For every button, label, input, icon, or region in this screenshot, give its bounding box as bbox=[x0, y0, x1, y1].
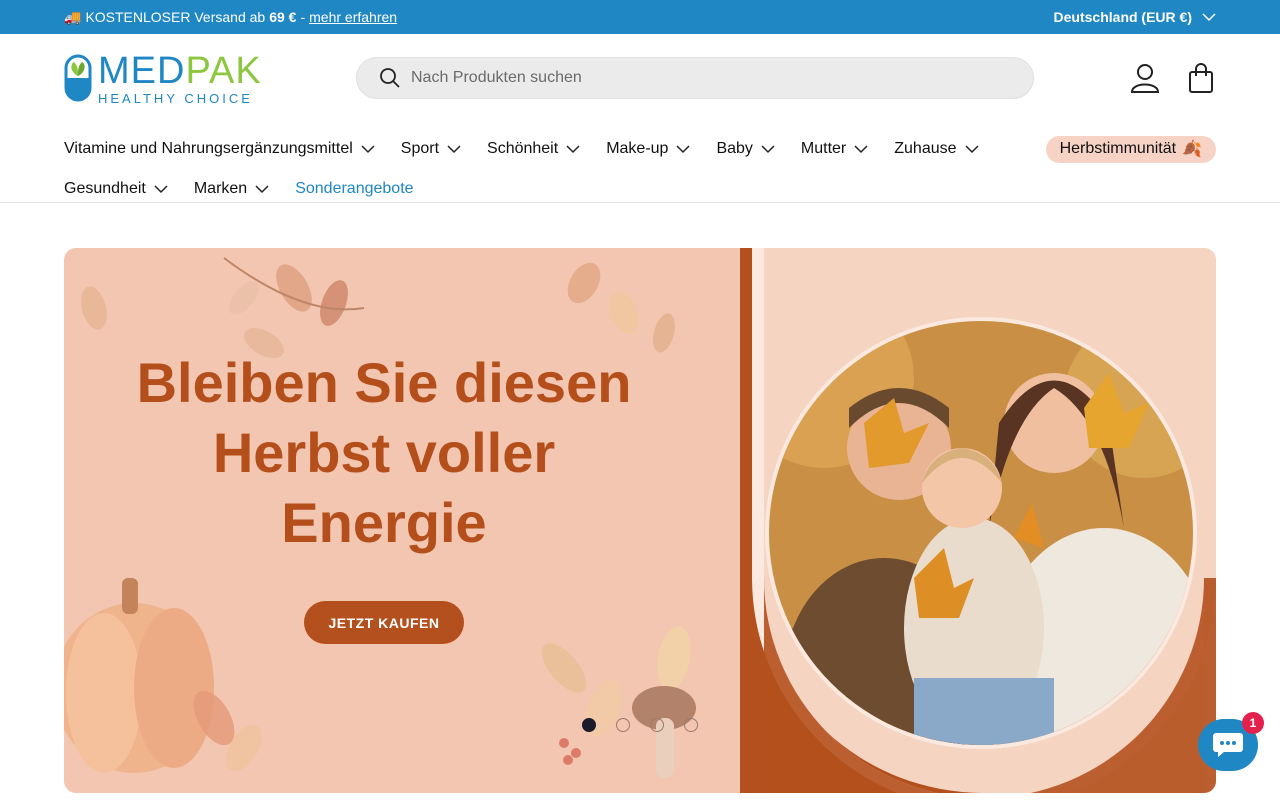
chat-notification-badge: 1 bbox=[1242, 712, 1264, 734]
nav-item-vitamins[interactable]: Vitamine und Nahrungsergänzungsmittel bbox=[64, 140, 375, 158]
shop-now-button[interactable]: JETZT KAUFEN bbox=[304, 601, 464, 644]
nav-item-home[interactable]: Zuhause bbox=[894, 140, 979, 158]
chevron-down-icon bbox=[676, 145, 690, 154]
chevron-down-icon bbox=[854, 145, 868, 154]
slide-dot-2[interactable] bbox=[616, 718, 630, 732]
separator: - bbox=[300, 9, 306, 25]
shipping-text: KOSTENLOSER Versand ab bbox=[85, 9, 266, 25]
shopping-bag-icon[interactable] bbox=[1186, 62, 1216, 94]
chevron-down-icon bbox=[255, 185, 269, 194]
nav-item-baby[interactable]: Baby bbox=[716, 140, 775, 158]
hero-heading: Bleiben Sie diesen Herbst voller Energie bbox=[136, 351, 632, 554]
search-bar[interactable] bbox=[356, 57, 1034, 99]
region-selector[interactable]: Deutschland (EUR €) bbox=[1054, 9, 1216, 25]
search-input[interactable] bbox=[411, 69, 971, 87]
chevron-down-icon bbox=[361, 145, 375, 154]
nav-item-beauty[interactable]: Schönheit bbox=[487, 140, 580, 158]
learn-more-link[interactable]: mehr erfahren bbox=[309, 9, 397, 25]
promo-label: Herbstimmunität bbox=[1059, 140, 1177, 157]
main-navigation: Vitamine und Nahrungsergänzungsmittel Sp… bbox=[64, 129, 1216, 209]
nav-item-brands[interactable]: Marken bbox=[194, 180, 269, 198]
nav-item-health[interactable]: Gesundheit bbox=[64, 180, 168, 198]
search-icon[interactable] bbox=[379, 67, 401, 89]
hero-slideshow: Bleiben Sie diesen Herbst voller Energie… bbox=[64, 248, 1216, 793]
chevron-down-icon bbox=[154, 185, 168, 194]
site-logo[interactable]: MEDPAK HEALTHY CHOICE bbox=[64, 49, 264, 106]
shipping-threshold: 69 € bbox=[269, 9, 297, 25]
brand-tagline: HEALTHY CHOICE bbox=[98, 90, 253, 106]
region-label: Deutschland (EUR €) bbox=[1053, 9, 1192, 25]
lower-leaves-decoration bbox=[193, 626, 696, 778]
pumpkin-decoration bbox=[64, 578, 214, 773]
autumn-leaf-icon: 🍂 bbox=[1182, 141, 1202, 158]
nav-item-makeup[interactable]: Make-up bbox=[606, 140, 690, 158]
chevron-down-icon bbox=[964, 145, 979, 154]
slide-dot-3[interactable] bbox=[650, 718, 664, 732]
nav-item-sport[interactable]: Sport bbox=[401, 140, 461, 158]
slide-dot-1[interactable] bbox=[582, 718, 596, 732]
chevron-down-icon bbox=[761, 145, 775, 154]
nav-item-special-offers[interactable]: Sonderangebote bbox=[295, 180, 413, 198]
slideshow-pagination bbox=[582, 718, 698, 732]
brand-name: MEDPAK bbox=[98, 49, 262, 92]
slide-dot-4[interactable] bbox=[684, 718, 698, 732]
announcement-bar: 🚚 KOSTENLOSER Versand ab 69 € - mehr erf… bbox=[0, 0, 1280, 34]
free-shipping-notice: 🚚 KOSTENLOSER Versand ab 69 € - mehr erf… bbox=[64, 9, 397, 26]
site-header: MEDPAK HEALTHY CHOICE Vitamine und Nahru… bbox=[0, 34, 1280, 203]
chat-bubble-icon bbox=[1213, 733, 1243, 757]
chevron-down-icon bbox=[447, 145, 461, 154]
chevron-down-icon bbox=[1202, 13, 1216, 22]
truck-icon: 🚚 bbox=[64, 8, 82, 25]
pill-leaf-logo-icon bbox=[64, 54, 92, 102]
account-icon[interactable] bbox=[1130, 62, 1160, 94]
promo-autumn-immunity[interactable]: Herbstimmunität 🍂 bbox=[1045, 135, 1216, 163]
nav-item-mother[interactable]: Mutter bbox=[801, 140, 868, 158]
chevron-down-icon bbox=[566, 145, 580, 154]
